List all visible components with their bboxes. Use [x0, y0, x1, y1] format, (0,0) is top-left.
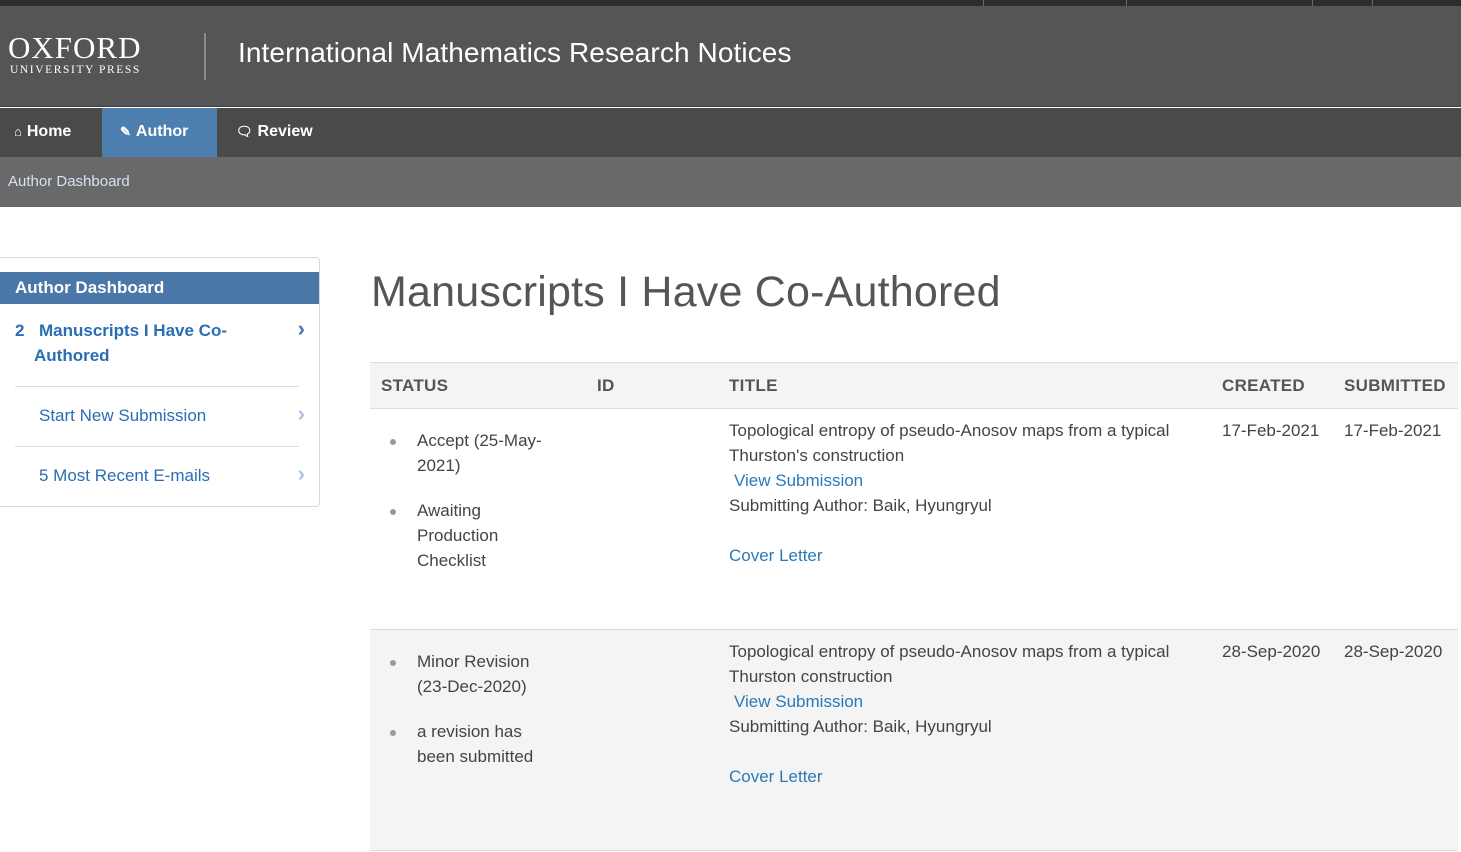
table-header: STATUS ID TITLE CREATED SUBMITTED [370, 362, 1458, 409]
status-text: a revision has [417, 722, 522, 741]
sidebar-item-start-submission[interactable]: Start New Submission › [0, 401, 319, 443]
nav-author[interactable]: ✎ Author [102, 108, 217, 157]
sidebar-heading: Author Dashboard [0, 272, 319, 304]
home-icon: ⌂ [14, 124, 22, 139]
sidebar-item-recent-emails[interactable]: 5 Most Recent E-mails › [0, 461, 319, 503]
bullet-icon [390, 660, 396, 666]
sidebar-item-label: Manuscripts I Have Co- [39, 321, 227, 340]
submitted-date: 17-Feb-2021 [1344, 421, 1442, 440]
status-text: Production [417, 526, 499, 545]
status-item: a revision has been submitted [390, 719, 567, 769]
sidebar-item-label: Authored [34, 346, 110, 365]
column-header-status[interactable]: STATUS [381, 376, 448, 396]
status-text: been submitted [417, 747, 534, 766]
cover-letter-link[interactable]: Cover Letter [729, 764, 1209, 789]
submitting-author: Submitting Author: Baik, Hyungryul [729, 496, 992, 515]
header-divider [204, 33, 206, 80]
table-row: Minor Revision (23-Dec-2020) a revision … [370, 630, 1458, 851]
main-nav: ⌂ Home ✎ Author 🗨 Review [0, 108, 1461, 157]
status-item: Awaiting Production Checklist [390, 498, 567, 573]
sidebar-item-count: 2 [15, 321, 25, 340]
sidebar-item-label: 5 Most Recent E-mails [39, 466, 210, 485]
page-title: Manuscripts I Have Co-Authored [371, 268, 1001, 316]
status-text: Awaiting [417, 501, 481, 520]
nav-author-label: Author [135, 123, 189, 140]
chevron-right-icon: › [297, 401, 305, 426]
status-text: Minor Revision [417, 652, 530, 671]
sidebar-divider [15, 386, 299, 387]
title-cell: Topological entropy of pseudo-Anosov map… [729, 418, 1209, 568]
status-text: Accept (25-May- [417, 431, 542, 450]
submitted-date: 28-Sep-2020 [1344, 642, 1443, 661]
breadcrumb-bar: Author Dashboard [0, 157, 1461, 207]
cover-letter-link[interactable]: Cover Letter [729, 543, 1209, 568]
manuscript-title: Thurston's construction [729, 446, 905, 465]
status-text: Checklist [417, 551, 486, 570]
nav-review[interactable]: 🗨 Review [222, 108, 327, 157]
nav-home[interactable]: ⌂ Home [0, 108, 85, 157]
journal-title: International Mathematics Research Notic… [238, 37, 792, 68]
view-submission-link[interactable]: View Submission [729, 468, 1209, 493]
column-header-created[interactable]: CREATED [1222, 376, 1305, 396]
pencil-icon: ✎ [120, 124, 131, 139]
column-header-submitted[interactable]: SUBMITTED [1344, 376, 1446, 396]
manuscript-title: Topological entropy of pseudo-Anosov map… [729, 642, 1170, 661]
submitting-author: Submitting Author: Baik, Hyungryul [729, 717, 992, 736]
sidebar: Author Dashboard 2 Manuscripts I Have Co… [0, 257, 320, 507]
chevron-right-icon: › [297, 461, 305, 486]
status-item: Minor Revision (23-Dec-2020) [390, 649, 567, 699]
sidebar-item-label: Start New Submission [39, 406, 207, 425]
created-date: 28-Sep-2020 [1222, 642, 1321, 661]
column-header-id[interactable]: ID [597, 376, 615, 396]
site-header: OXFORD UNIVERSITY PRESS International Ma… [0, 6, 1461, 107]
logo-main-text: OXFORD [8, 30, 142, 65]
status-text: 2021) [417, 456, 461, 475]
view-submission-link[interactable]: View Submission [729, 689, 1209, 714]
bullet-icon [390, 439, 396, 445]
sidebar-divider [15, 446, 299, 447]
bullet-icon [390, 509, 396, 515]
oxford-logo[interactable]: OXFORD UNIVERSITY PRESS [8, 32, 141, 77]
status-text: (23-Dec-2020) [417, 677, 527, 696]
title-cell: Topological entropy of pseudo-Anosov map… [729, 639, 1209, 789]
nav-review-label: Review [257, 123, 313, 140]
sidebar-item-co-authored[interactable]: 2 Manuscripts I Have Co- Authored › [0, 316, 319, 388]
created-date: 17-Feb-2021 [1222, 421, 1320, 440]
nav-home-label: Home [26, 123, 72, 140]
manuscript-title: Thurston construction [729, 667, 893, 686]
logo-sub-text: UNIVERSITY PRESS [10, 64, 141, 76]
status-item: Accept (25-May- 2021) [390, 428, 567, 478]
speech-bubble-icon: 🗨 [236, 124, 253, 139]
table-row: Accept (25-May- 2021) Awaiting Productio… [370, 409, 1458, 630]
breadcrumb-author-dashboard[interactable]: Author Dashboard [8, 173, 130, 190]
chevron-right-icon: › [297, 316, 305, 341]
column-header-title[interactable]: TITLE [729, 376, 778, 396]
bullet-icon [390, 730, 396, 736]
manuscript-title: Topological entropy of pseudo-Anosov map… [729, 421, 1170, 440]
